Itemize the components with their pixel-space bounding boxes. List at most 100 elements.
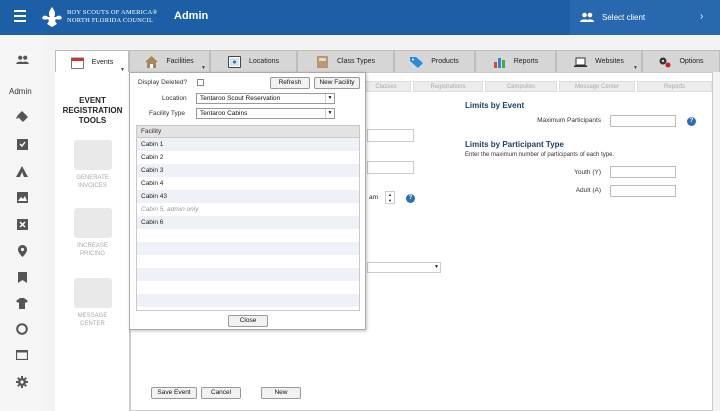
- help-icon[interactable]: ?: [406, 194, 415, 203]
- bsa-fleur-de-lis-logo: [42, 7, 62, 27]
- calendar-icon: [70, 57, 84, 69]
- sidebar-item-support[interactable]: [0, 319, 44, 339]
- tool-label: MESSAGE: [77, 313, 108, 319]
- menu-icon[interactable]: [14, 10, 26, 24]
- subtab-campsites[interactable]: Campsites: [485, 81, 557, 92]
- table-row[interactable]: Cabin 5, admin only: [137, 203, 359, 216]
- table-row: [137, 281, 359, 294]
- event-field[interactable]: [367, 161, 414, 174]
- subtab-registrations[interactable]: Registrations: [413, 81, 483, 92]
- caret-down-icon: ▼: [434, 264, 439, 270]
- tool-label: PRICING: [79, 251, 105, 257]
- users-icon: [580, 12, 594, 22]
- laptop-icon: [574, 57, 588, 67]
- limits-by-event-heading: Limits by Event: [465, 101, 525, 110]
- tab-locations[interactable]: Locations: [210, 50, 297, 72]
- sidebar: Admin: [0, 35, 44, 411]
- sidebar-item-images[interactable]: [0, 187, 44, 207]
- new-button[interactable]: New: [261, 387, 301, 399]
- adult-label: Adult (A): [575, 187, 601, 194]
- bar-chart-icon: [493, 57, 505, 68]
- image-icon: [16, 191, 28, 203]
- increase-pricing-button[interactable]: INCREASE PRICING: [55, 208, 130, 258]
- tool-label: INVOICES: [78, 183, 107, 189]
- table-row: [137, 229, 359, 242]
- help-icon[interactable]: ?: [687, 117, 696, 126]
- facility-picker-popup: Display Deleted? Refresh New Facility Lo…: [129, 72, 366, 330]
- lifebuoy-icon: [16, 323, 28, 335]
- event-select[interactable]: ▼: [367, 262, 441, 273]
- sidebar-item-bookmark[interactable]: [0, 267, 44, 287]
- org-line-1: BOY SCOUTS OF AMERICA®: [67, 9, 158, 16]
- sidebar-item-users[interactable]: [0, 49, 44, 69]
- table-row[interactable]: Cabin 2: [137, 151, 359, 164]
- new-facility-button[interactable]: New Facility: [314, 77, 360, 89]
- sidebar-item-campsite[interactable]: [0, 161, 44, 181]
- sidebar-item-tickets[interactable]: [0, 107, 44, 127]
- gear-icon: [16, 376, 28, 388]
- tool-label: CENTER: [80, 321, 105, 327]
- facility-column-header: Facility: [137, 126, 359, 138]
- table-row[interactable]: Cabin 3: [137, 164, 359, 177]
- event-subtabs: Classes Registrations Campsites Message …: [361, 81, 714, 92]
- subtab-message-center[interactable]: Message Center: [559, 81, 635, 92]
- tools-title: EVENT REGISTRATION TOOLS: [55, 96, 130, 126]
- sidebar-item-apparel[interactable]: [0, 293, 44, 313]
- max-participants-label: Maximum Participants: [537, 117, 601, 124]
- location-select[interactable]: Tentaroo Scout Reservation ▼: [196, 93, 335, 104]
- tab-facilities-label: Facilities: [166, 58, 194, 65]
- tools-title-line-3: TOOLS: [78, 116, 107, 125]
- caret-down-icon: ▼: [201, 65, 206, 71]
- facility-type-select-value: Tentaroo Cabins: [200, 110, 248, 117]
- tag-icon: [16, 138, 28, 150]
- time-stepper[interactable]: ▲ ▼: [385, 191, 395, 204]
- generate-invoices-button[interactable]: GENERATE INVOICES: [55, 140, 130, 190]
- facility-type-select[interactable]: Tentaroo Cabins ▼: [196, 108, 335, 119]
- youth-limit-input[interactable]: [610, 166, 676, 178]
- tab-class-types-label: Class Types: [337, 58, 375, 65]
- caret-down-icon: ▼: [325, 109, 334, 118]
- subtab-classes[interactable]: Classes: [361, 81, 411, 92]
- tab-products[interactable]: Products: [394, 50, 475, 72]
- time-ampm: am: [369, 194, 379, 201]
- display-deleted-checkbox[interactable]: [197, 79, 204, 86]
- save-event-button[interactable]: Save Event: [151, 387, 197, 399]
- facility-table: Facility Cabin 1 Cabin 2 Cabin 3 Cabin 4 Cab…: [136, 125, 360, 311]
- close-button[interactable]: Close: [228, 315, 268, 327]
- table-row[interactable]: Cabin 6: [137, 216, 359, 229]
- sidebar-item-location[interactable]: [0, 241, 44, 261]
- cancel-button[interactable]: Cancel: [201, 387, 241, 399]
- tab-products-label: Products: [431, 58, 459, 65]
- tab-class-types[interactable]: Class Types: [297, 50, 394, 72]
- sidebar-item-cancel[interactable]: [0, 214, 44, 234]
- sidebar-item-window[interactable]: [0, 345, 44, 365]
- table-row[interactable]: Cabin 4: [137, 177, 359, 190]
- event-field[interactable]: [367, 129, 414, 142]
- window-icon: [16, 350, 28, 360]
- sidebar-item-settings[interactable]: [0, 372, 44, 392]
- message-center-button[interactable]: MESSAGE CENTER: [55, 278, 130, 328]
- table-row[interactable]: Cabin 1: [137, 138, 359, 151]
- event-registration-tools-panel: EVENT REGISTRATION TOOLS GENERATE INVOIC…: [55, 72, 130, 411]
- sidebar-section-label: Admin: [9, 87, 32, 96]
- tab-options[interactable]: Options: [642, 50, 720, 72]
- chevron-right-icon: ›: [700, 11, 704, 22]
- main-tabs: Events ▼ Facilities ▼ Locations Class Ty…: [55, 50, 720, 74]
- select-client-button[interactable]: Select client ›: [570, 0, 720, 35]
- tab-websites[interactable]: Websites ▼: [556, 50, 642, 72]
- adult-limit-input[interactable]: [610, 185, 676, 197]
- tab-facilities[interactable]: Facilities ▼: [129, 50, 210, 72]
- table-row[interactable]: Cabin 43: [137, 190, 359, 203]
- tab-reports[interactable]: Reports: [475, 50, 556, 72]
- tab-events[interactable]: Events ▼: [55, 50, 129, 74]
- close-box-icon: [16, 218, 28, 230]
- max-participants-input[interactable]: [610, 115, 676, 127]
- envelope-icon: [73, 278, 112, 308]
- caret-down-icon: ▼: [633, 65, 638, 71]
- refresh-button[interactable]: Refresh: [270, 77, 310, 89]
- shirt-icon: [16, 297, 28, 309]
- sidebar-item-tag[interactable]: [0, 134, 44, 154]
- subtab-reports[interactable]: Reports: [637, 81, 712, 92]
- tools-title-line-1: EVENT: [79, 96, 106, 105]
- price-tag-icon: [410, 56, 424, 68]
